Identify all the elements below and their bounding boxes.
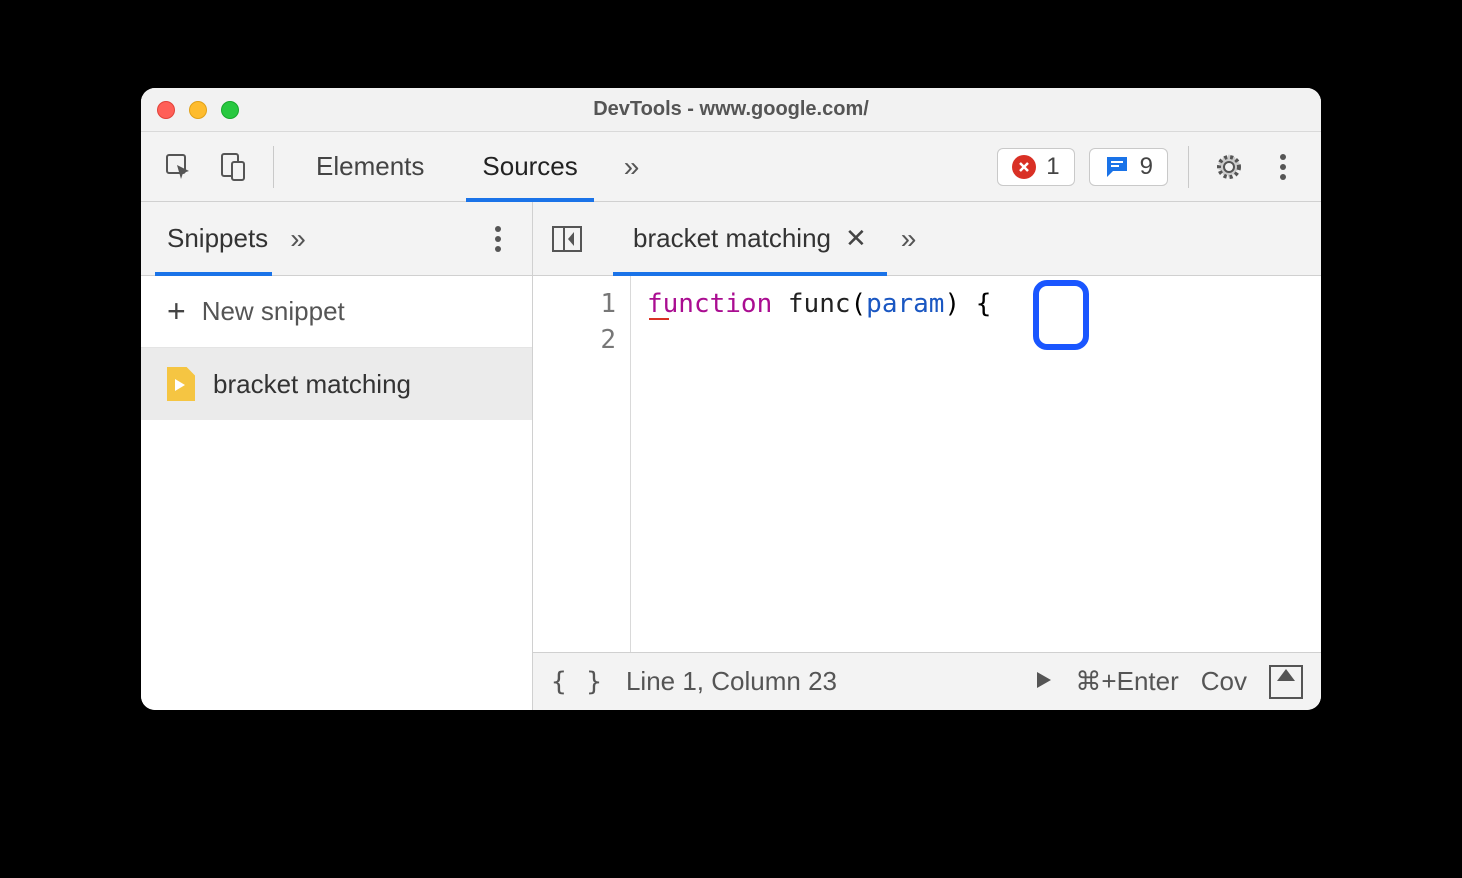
format-button[interactable]: { } <box>551 667 604 697</box>
editor-tabs: bracket matching ✕ » <box>533 202 1321 276</box>
plus-icon: + <box>167 293 186 330</box>
token-open-paren: ( <box>851 289 867 319</box>
token-function-name: func <box>788 289 851 319</box>
message-icon <box>1104 154 1130 180</box>
editor-tab-label: bracket matching <box>633 223 831 254</box>
error-icon <box>1012 155 1036 179</box>
main-toolbar: Elements Sources » 1 9 <box>141 132 1321 202</box>
tab-elements-label: Elements <box>316 151 424 182</box>
tab-sources[interactable]: Sources <box>460 132 599 201</box>
run-snippet-button[interactable] <box>1033 666 1053 697</box>
toolbar-divider <box>273 146 274 188</box>
toolbar-divider-2 <box>1188 146 1189 188</box>
messages-badge[interactable]: 9 <box>1089 148 1168 186</box>
window-title: DevTools - www.google.com/ <box>593 98 869 121</box>
snippet-item[interactable]: bracket matching <box>141 348 532 420</box>
devtools-window: DevTools - www.google.com/ Elements Sour… <box>141 88 1321 710</box>
snippet-file-icon <box>167 367 195 401</box>
line-gutter: 1 2 <box>533 276 631 652</box>
fullscreen-window-button[interactable] <box>221 101 239 119</box>
coverage-label[interactable]: Cov <box>1201 666 1247 697</box>
cursor-position: Line 1, Column 23 <box>626 666 837 697</box>
more-panels-icon[interactable]: » <box>614 151 650 183</box>
sidebar: Snippets » + New snippet bracket matchin… <box>141 202 533 710</box>
editor-more-tabs-icon[interactable]: » <box>891 223 927 255</box>
tab-elements[interactable]: Elements <box>294 132 446 201</box>
error-underline <box>649 318 669 320</box>
close-window-button[interactable] <box>157 101 175 119</box>
editor-pane: bracket matching ✕ » 1 2 function func(p… <box>533 202 1321 710</box>
code-content[interactable]: function func(param) { <box>631 276 991 652</box>
token-param: param <box>866 289 944 319</box>
editor-tab[interactable]: bracket matching ✕ <box>617 202 883 275</box>
errors-count: 1 <box>1046 153 1059 181</box>
code-editor[interactable]: 1 2 function func(param) { <box>533 276 1321 652</box>
more-options-icon[interactable] <box>1263 147 1303 187</box>
sidebar-more-options-icon[interactable] <box>478 219 518 259</box>
line-number: 1 <box>533 286 616 322</box>
new-snippet-button[interactable]: + New snippet <box>141 276 532 348</box>
minimize-window-button[interactable] <box>189 101 207 119</box>
bracket-highlight-annotation <box>1033 280 1089 350</box>
errors-badge[interactable]: 1 <box>997 148 1074 186</box>
sidebar-more-tabs-icon[interactable]: » <box>280 223 316 255</box>
device-mode-icon[interactable] <box>213 147 253 187</box>
titlebar: DevTools - www.google.com/ <box>141 88 1321 132</box>
token-brace: { <box>976 289 992 319</box>
statusbar: { } Line 1, Column 23 ⌘+Enter Cov <box>533 652 1321 710</box>
code-line <box>647 322 991 358</box>
body: Snippets » + New snippet bracket matchin… <box>141 202 1321 710</box>
line-number: 2 <box>533 322 616 358</box>
run-shortcut-label: ⌘+Enter <box>1075 666 1178 697</box>
tab-snippets-label: Snippets <box>167 223 268 254</box>
tab-snippets[interactable]: Snippets <box>155 202 280 275</box>
navigator-toggle-icon[interactable] <box>547 219 587 259</box>
token-close-paren: ) <box>944 289 960 319</box>
play-icon <box>1033 670 1053 690</box>
traffic-lights <box>157 101 239 119</box>
token-space <box>960 289 976 319</box>
drawer-toggle-icon[interactable] <box>1269 665 1303 699</box>
close-tab-icon[interactable]: ✕ <box>845 223 867 254</box>
settings-icon[interactable] <box>1209 147 1249 187</box>
snippet-item-label: bracket matching <box>213 369 411 400</box>
inspect-element-icon[interactable] <box>159 147 199 187</box>
new-snippet-label: New snippet <box>202 296 345 327</box>
token-keyword: function <box>647 289 772 319</box>
sidebar-tabs: Snippets » <box>141 202 532 276</box>
code-line: function func(param) { <box>647 286 991 322</box>
messages-count: 9 <box>1140 153 1153 181</box>
tab-sources-label: Sources <box>482 151 577 182</box>
